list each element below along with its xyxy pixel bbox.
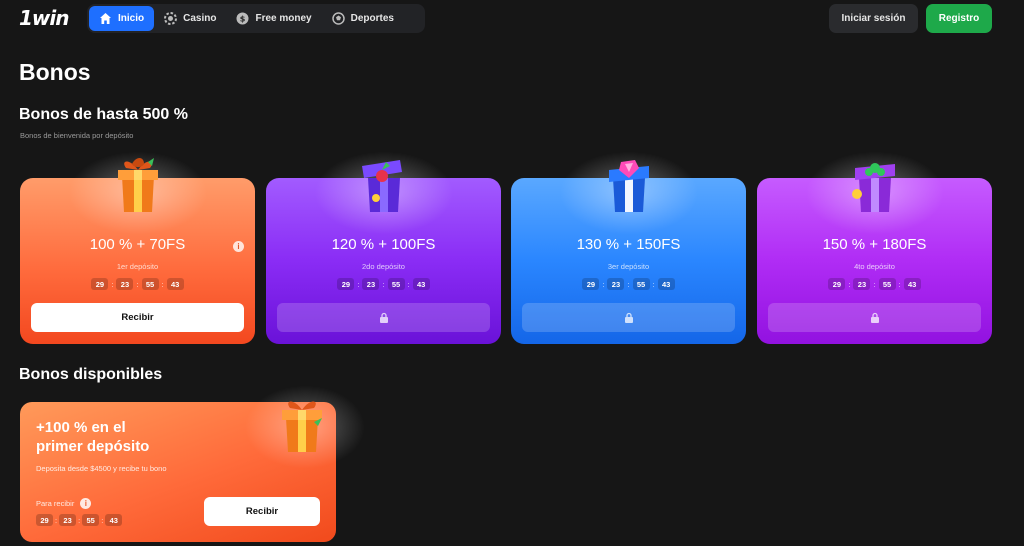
timer-minutes: 55 xyxy=(632,278,650,290)
main-nav: Inicio Casino $ Free money Deportes xyxy=(87,4,425,33)
locked-button[interactable] xyxy=(768,303,981,332)
deposit-label: 4to depósito xyxy=(854,262,895,271)
timer-hours: 23 xyxy=(116,278,134,290)
svg-text:$: $ xyxy=(240,15,246,24)
timer-days: 29 xyxy=(582,278,600,290)
lock-icon xyxy=(624,312,633,323)
timer-seconds: 43 xyxy=(903,278,921,290)
timer-days: 29 xyxy=(36,514,53,526)
info-icon[interactable]: i xyxy=(233,241,244,252)
bonus-amount: 120 % + 100FS xyxy=(331,236,436,253)
bonus-card-1: 100 % + 70FS i 1er depósito 29 : 23 : 55… xyxy=(20,148,255,344)
timer-minutes: 55 xyxy=(141,278,159,290)
gift-box-icon xyxy=(851,163,895,212)
nav-label: Casino xyxy=(183,13,217,24)
timer-days: 29 xyxy=(828,278,846,290)
nav-item-free-money[interactable]: $ Free money xyxy=(226,6,321,31)
timer-hours: 23 xyxy=(607,278,625,290)
chip-icon xyxy=(164,12,178,25)
login-button[interactable]: Iniciar sesión xyxy=(829,4,918,33)
page-title: Bonos xyxy=(19,59,91,85)
ball-icon xyxy=(331,12,345,25)
bonus-description: Deposita desde $4500 y recibe tu bono xyxy=(36,464,167,473)
available-bonus-card: +100 % en el primer depósito Deposita de… xyxy=(20,382,370,542)
bonus-headline: +100 % en el primer depósito xyxy=(36,419,150,455)
countdown-timer: 29 : 23 : 55 : 43 xyxy=(511,278,746,290)
timer-days: 29 xyxy=(337,278,355,290)
timer-label-row: Para recibir i xyxy=(36,498,92,509)
gift-box-icon xyxy=(117,158,158,212)
bonus-amount: 130 % + 150FS xyxy=(576,236,681,253)
deposit-label: 3er depósito xyxy=(607,262,650,271)
timer-seconds: 43 xyxy=(657,278,675,290)
nav-item-casino[interactable]: Casino xyxy=(154,6,226,31)
countdown-timer: 29 : 23 : 55 : 43 xyxy=(20,278,255,290)
deposit-label: 1er depósito xyxy=(116,262,159,271)
lock-icon xyxy=(379,312,388,323)
welcome-bonus-title: Bonos de hasta 500 % xyxy=(19,106,188,123)
top-bar: 1win Inicio Casino $ Free money Deportes xyxy=(0,0,1024,38)
logo[interactable]: 1win xyxy=(19,6,69,30)
timer-seconds: 43 xyxy=(105,514,123,526)
nav-label: Inicio xyxy=(118,13,145,24)
bonus-card-3: 130 % + 150FS 3er depósito 29 : 23 : 55 … xyxy=(511,148,746,344)
bonus-card-2: 120 % + 100FS 2do depósito 29 : 23 : 55 … xyxy=(266,148,501,344)
gift-box-icon xyxy=(361,160,402,212)
nav-item-deportes[interactable]: Deportes xyxy=(322,6,404,31)
nav-label: Deportes xyxy=(350,13,394,24)
locked-button[interactable] xyxy=(522,303,735,332)
claim-button[interactable]: Recibir xyxy=(31,303,244,332)
coin-icon: $ xyxy=(236,12,249,25)
available-bonuses-title: Bonos disponibles xyxy=(19,366,163,383)
gift-box-icon xyxy=(282,401,322,452)
gift-box-icon xyxy=(608,160,649,212)
timer-days: 29 xyxy=(91,278,109,290)
timer-hours: 23 xyxy=(362,278,380,290)
timer-minutes: 55 xyxy=(387,278,405,290)
welcome-bonus-subtitle: Bonos de bienvenida por depósito xyxy=(20,131,134,140)
lock-icon xyxy=(870,312,879,323)
timer-minutes: 55 xyxy=(82,514,100,526)
register-button[interactable]: Registro xyxy=(926,4,992,33)
timer-hours: 23 xyxy=(59,514,77,526)
locked-button[interactable] xyxy=(277,303,490,332)
timer-hours: 23 xyxy=(853,278,871,290)
info-icon[interactable]: i xyxy=(80,498,92,509)
deposit-label: 2do depósito xyxy=(362,262,405,271)
timer-seconds: 43 xyxy=(412,278,430,290)
timer-seconds: 43 xyxy=(166,278,184,290)
bonus-amount: 100 % + 70FS xyxy=(89,236,186,253)
nav-label: Free money xyxy=(255,13,312,24)
countdown-timer: 29 : 23 : 55 : 43 xyxy=(36,514,123,526)
claim-button[interactable]: Recibir xyxy=(204,497,320,526)
timer-label: Para recibir xyxy=(36,499,75,508)
bonus-card-4: 150 % + 180FS 4to depósito 29 : 23 : 55 … xyxy=(757,148,992,344)
welcome-bonus-cards: 100 % + 70FS i 1er depósito 29 : 23 : 55… xyxy=(20,148,992,344)
countdown-timer: 29 : 23 : 55 : 43 xyxy=(757,278,992,290)
countdown-timer: 29 : 23 : 55 : 43 xyxy=(266,278,501,290)
nav-item-inicio[interactable]: Inicio xyxy=(89,6,155,31)
bonus-amount: 150 % + 180FS xyxy=(822,236,927,253)
timer-minutes: 55 xyxy=(878,278,896,290)
home-icon xyxy=(99,12,112,25)
